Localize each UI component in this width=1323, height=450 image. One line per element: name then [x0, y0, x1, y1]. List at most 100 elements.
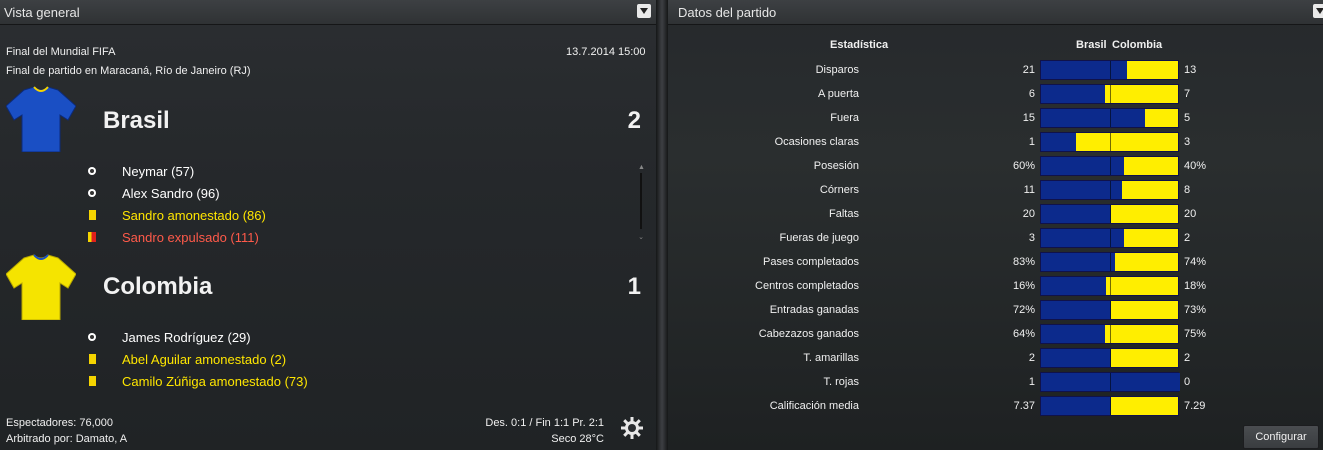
scroll-track[interactable]: [640, 173, 642, 229]
bar-midline: [1110, 133, 1111, 151]
stat-row: Fueras de juego 3 2: [668, 227, 1323, 251]
stat-row: Faltas 20 20: [668, 203, 1323, 227]
overview-menu-button[interactable]: [637, 4, 651, 18]
yellow-card-icon: [86, 209, 98, 221]
stat-row: Posesión 60% 40%: [668, 155, 1323, 179]
home-stat-value: 7.37: [1013, 400, 1035, 412]
away-column-header: Colombia: [1112, 39, 1163, 51]
weather-label: Seco 28°C: [551, 433, 604, 445]
away-stat-value: 74%: [1184, 256, 1207, 268]
yellow-card-icon: [86, 353, 98, 365]
stat-comparison-bar: [1040, 252, 1179, 272]
chevron-down-icon: [1316, 8, 1323, 14]
home-team-name: Brasil: [103, 107, 170, 134]
bar-midline: [1110, 229, 1111, 247]
event-text: Abel Aguilar amonestado (2): [122, 351, 287, 367]
stat-label: Ocasiones claras: [774, 136, 859, 148]
overview-panel: Vista general Final del Mundial FIFA 13.…: [0, 0, 656, 450]
bar-midline: [1110, 253, 1111, 271]
stat-row: A puerta 6 7: [668, 83, 1323, 107]
away-stat-value: 20: [1184, 208, 1197, 220]
home-share-fill: [1041, 85, 1105, 103]
overview-header: Vista general: [0, 0, 656, 25]
venue-label: Final de partido en Maracaná, Río de Jan…: [6, 65, 251, 77]
away-stat-value: 2: [1184, 232, 1191, 244]
bar-midline: [1110, 373, 1111, 391]
away-stat-value: 7: [1184, 88, 1191, 100]
home-stat-value: 3: [1028, 232, 1035, 244]
stat-row: Ocasiones claras 1 3: [668, 131, 1323, 155]
stat-label: Faltas: [829, 208, 859, 220]
stat-row: Centros completados 16% 18%: [668, 275, 1323, 299]
stat-comparison-bar: [1040, 372, 1180, 392]
stat-comparison-bar: [1040, 84, 1179, 104]
spectators-label: Espectadores: 76,000: [6, 417, 114, 429]
configure-button[interactable]: Configurar: [1243, 425, 1319, 449]
home-stat-value: 60%: [1012, 160, 1035, 172]
referee-label: Arbitrado por: Damato, A: [6, 433, 128, 445]
home-shirt-icon: [6, 86, 76, 152]
away-stat-value: 5: [1184, 112, 1191, 124]
bar-midline: [1110, 301, 1111, 319]
red-card-icon: [86, 231, 98, 243]
home-stat-value: 21: [1022, 64, 1035, 76]
home-share-fill: [1041, 325, 1105, 343]
home-share-fill: [1041, 133, 1076, 151]
event-item: Camilo Zúñiga amonestado (73): [86, 372, 308, 390]
stat-label: Centros completados: [755, 280, 859, 292]
stat-comparison-bar: [1040, 276, 1179, 296]
match-stats-menu-button[interactable]: [1313, 4, 1323, 18]
stat-comparison-bar: [1040, 204, 1179, 224]
away-stat-value: 3: [1184, 136, 1191, 148]
away-team-name: Colombia: [103, 273, 213, 300]
home-share-fill: [1041, 301, 1111, 319]
bar-midline: [1110, 397, 1111, 415]
home-stat-value: 1: [1028, 376, 1035, 388]
away-stat-value: 2: [1184, 352, 1191, 364]
home-stat-value: 16%: [1012, 280, 1035, 292]
stat-comparison-bar: [1040, 228, 1179, 248]
stat-row: T. rojas 1 0: [668, 371, 1323, 395]
stat-label: Cabezazos ganados: [758, 328, 859, 340]
stat-label: Disparos: [815, 64, 859, 76]
home-stat-value: 15: [1022, 112, 1035, 124]
stat-row: Cabezazos ganados 64% 75%: [668, 323, 1323, 347]
home-stat-value: 20: [1022, 208, 1035, 220]
competition-label: Final del Mundial FIFA: [6, 46, 116, 58]
stat-label: A puerta: [818, 88, 859, 100]
stat-label: T. amarillas: [803, 352, 859, 364]
stat-comparison-bar: [1040, 324, 1179, 344]
home-stat-value: 64%: [1012, 328, 1035, 340]
panel-divider[interactable]: [656, 0, 668, 450]
stat-comparison-bar: [1040, 180, 1179, 200]
away-shirt-icon: [6, 254, 76, 320]
event-text: Camilo Zúñiga amonestado (73): [122, 373, 308, 389]
stat-comparison-bar: [1040, 108, 1179, 128]
home-share-fill: [1041, 229, 1124, 247]
scroll-down-icon[interactable]: ⌄: [638, 234, 644, 241]
stat-comparison-bar: [1040, 156, 1179, 176]
away-stat-value: 13: [1184, 64, 1197, 76]
home-team-score: 2: [627, 107, 641, 134]
match-datetime: 13.7.2014 15:00: [566, 46, 646, 58]
gear-icon[interactable]: [620, 416, 644, 440]
away-stat-value: 7.29: [1184, 400, 1206, 412]
away-stat-value: 8: [1184, 184, 1191, 196]
stat-row: Pases completados 83% 74%: [668, 251, 1323, 275]
home-stat-value: 72%: [1012, 304, 1035, 316]
goal-icon: [86, 187, 98, 199]
event-item: Alex Sandro (96): [86, 184, 220, 202]
bar-midline: [1110, 325, 1111, 343]
home-share-fill: [1041, 61, 1127, 79]
scroll-up-icon[interactable]: ▲: [638, 164, 645, 171]
stat-label: Fuera: [830, 112, 859, 124]
stat-row: Disparos 21 13: [668, 59, 1323, 83]
home-stat-value: 11: [1023, 184, 1035, 196]
events-scrollbar[interactable]: ▲ ⌄: [638, 164, 645, 243]
home-stat-value: 6: [1028, 88, 1035, 100]
goal-icon: [86, 165, 98, 177]
stat-row: Calificación media 7.37 7.29: [668, 395, 1323, 419]
stat-comparison-bar: [1040, 132, 1179, 152]
bar-midline: [1110, 109, 1111, 127]
stat-comparison-bar: [1040, 300, 1179, 320]
